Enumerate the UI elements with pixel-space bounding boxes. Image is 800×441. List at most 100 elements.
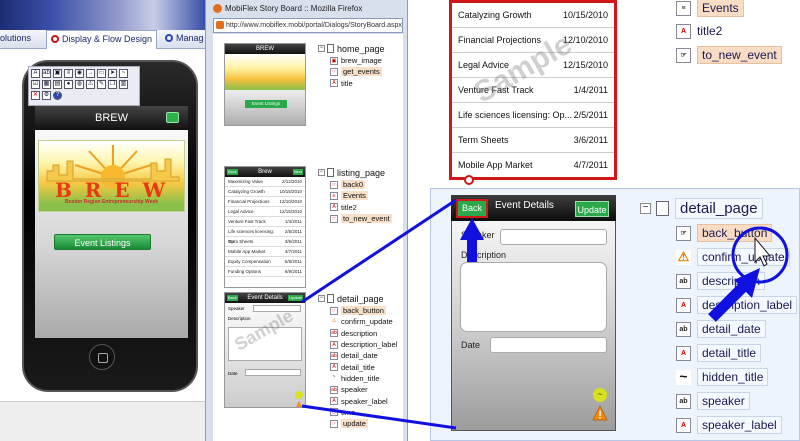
wave-tool-icon[interactable]: ~ [119, 69, 128, 78]
textfield-tool-icon[interactable]: ab [42, 69, 51, 78]
update-button[interactable]: Update [575, 201, 609, 217]
thumb-row-title: Funding Options [228, 269, 262, 274]
tree-item[interactable]: ☞ back_button [676, 223, 773, 243]
tree-item[interactable]: ⚠ confirm_update [318, 316, 397, 327]
tab-solutions[interactable]: olutions [0, 33, 31, 43]
tree-item[interactable]: ab description [318, 328, 397, 339]
tree-item[interactable]: Aspeaker_label [676, 415, 782, 435]
tree-root-label: listing_page [337, 167, 386, 178]
home-page-thumbnail[interactable]: BREW Event Listings [224, 43, 306, 126]
thumb-row-date: 3/6/2011 [284, 239, 302, 244]
label-tool-icon[interactable]: A [31, 69, 40, 78]
arrow-tool-icon[interactable]: → [86, 69, 95, 78]
camera-tool-icon[interactable]: ◉ [75, 69, 84, 78]
tree-item[interactable]: ab speaker [318, 384, 397, 395]
thumb-row-title: Financial Projections [228, 199, 270, 204]
tree-item-label: back0 [341, 180, 366, 190]
image-tool-icon[interactable]: ▣ [53, 69, 62, 78]
event-row-title: Financial Projections [458, 35, 542, 45]
collapse-icon[interactable]: − [640, 202, 651, 214]
tree-item[interactable]: ~ hidden_title [676, 367, 769, 387]
thumb-list-row: Life sciences licensing: Op... 2/5/2011 [225, 227, 305, 244]
tree-item[interactable]: ab detail_date [318, 350, 397, 361]
event-list-row[interactable]: Life sciences licensing: Op... 2/5/2011 [452, 103, 614, 128]
event-list-row[interactable]: Equity Compensation5/8/2011 [452, 178, 614, 180]
event-listings-button[interactable]: Event Listings [54, 234, 151, 250]
tree-item[interactable]: ~ hidden_title [318, 373, 397, 384]
event-list-row[interactable]: Catalyzing Growth 10/15/2010 [452, 3, 614, 28]
storyboard-url-bar[interactable]: http://www.mobiflex.mobi/portal/Dialogs/… [213, 18, 403, 33]
detail-page-thumbnail[interactable]: Back Event Details Update Speaker Descri… [224, 292, 306, 408]
collapse-icon[interactable]: − [318, 45, 325, 52]
thumb-row-date: 12/10/2010 [279, 199, 302, 204]
tree-item[interactable]: Adetail_title [676, 343, 762, 363]
tree-item[interactable]: Adetail_title [318, 361, 397, 372]
back-button[interactable]: Back [456, 199, 488, 218]
tree-item[interactable]: ☞ back_button [318, 305, 397, 316]
tree-root-home-page[interactable]: − home_page [318, 42, 385, 55]
tree-item[interactable]: ▣ brew_image [318, 55, 385, 66]
tree-item[interactable]: Atitle2 [676, 21, 722, 41]
list-icon: ≡ [330, 191, 338, 200]
listing-page-thumbnail[interactable]: Back Brew Next Maximizing Value 2/12/2010… [224, 166, 306, 288]
tree-item-label: update [341, 419, 368, 429]
description-field[interactable] [460, 262, 607, 332]
thumb-list: Maximizing Value 2/12/2010 Catalyzing Grow… [225, 177, 305, 277]
collapse-icon[interactable]: − [318, 295, 325, 302]
copy-tool-icon[interactable]: ❐ [108, 80, 117, 89]
tree-item[interactable]: ab speaker [676, 391, 750, 411]
tree-item[interactable]: Atitle [318, 78, 385, 89]
tree-item[interactable]: Aspeaker_label [318, 395, 397, 406]
tree-item[interactable]: Adescription_label [676, 295, 798, 315]
tree-item[interactable]: ⚠ confirm_update [676, 247, 790, 267]
tree-item-label: hidden_title [341, 373, 380, 383]
event-list-row[interactable]: Term Sheets 3/6/2011 [452, 128, 614, 153]
help-tool-icon[interactable]: ? [53, 91, 62, 100]
date-label: Date [461, 340, 481, 350]
tree-item[interactable]: ☞ to_new_event [318, 213, 392, 224]
delete-tool-icon[interactable]: ✕ [31, 91, 40, 100]
chat-tool-icon[interactable]: ● [64, 80, 73, 89]
tree-item[interactable]: Atitle2 [318, 202, 392, 213]
event-list-row[interactable]: Mobile App Market 4/7/2011 [452, 153, 614, 177]
checkbox-tool-icon[interactable]: ☑ [31, 80, 40, 89]
label-icon: A [330, 363, 338, 372]
tree-item-label: detail_title [341, 362, 375, 372]
paste-tool-icon[interactable]: ▥ [119, 80, 128, 89]
tree-root-detail-page[interactable]: − detail_page [318, 292, 397, 305]
thumb-row-title: Catalyzing Growth [228, 189, 265, 194]
tab-manage[interactable]: Manag [165, 33, 204, 43]
label-icon: A [330, 340, 338, 349]
globe-tool-icon[interactable]: ◍ [75, 80, 84, 89]
tree-root-listing-page[interactable]: − listing_page [318, 166, 392, 179]
tree-item[interactable]: ab description [676, 271, 766, 291]
tree-item[interactable]: ☞ to_new_event [676, 45, 782, 65]
thumb-list-row: Catalyzing Growth 10/15/2010 [225, 187, 305, 197]
tree-item-label: detail_date [697, 320, 766, 338]
button-tool-icon[interactable]: ▭ [97, 69, 106, 78]
phone-header-action-button[interactable] [166, 112, 179, 123]
pointer-tool-icon[interactable]: ➤ [108, 69, 117, 78]
settings-tool-icon[interactable]: ⚙ [42, 91, 51, 100]
speaker-field[interactable] [500, 229, 607, 245]
tree-item[interactable]: ☞ update [318, 418, 397, 429]
grid-tool-icon[interactable]: ▦ [42, 80, 51, 89]
collapse-icon[interactable]: − [318, 169, 325, 176]
list-tool-icon[interactable]: ≡ [64, 69, 73, 78]
connector-knob[interactable] [464, 175, 474, 185]
tree-item[interactable]: ≡ Events [676, 0, 744, 18]
tree-item[interactable]: ab detail_date [676, 319, 766, 339]
tree-item[interactable]: ≡ Events [318, 190, 392, 201]
table-tool-icon[interactable]: ▤ [53, 80, 62, 89]
tree-root-detail-page[interactable]: − detail_page [640, 197, 763, 219]
tree-item[interactable]: ◷ time [318, 407, 397, 418]
tree-item[interactable]: ☞ get_events [318, 66, 385, 77]
thumb-row-date: 5/8/2011 [284, 259, 302, 264]
tree-item[interactable]: Adescription_label [318, 339, 397, 350]
date-field[interactable] [490, 337, 607, 353]
pencil-tool-icon[interactable]: ✎ [97, 80, 106, 89]
tree-item[interactable]: ☞ back0 [318, 179, 392, 190]
tab-display-flow-design[interactable]: Display & Flow Design [46, 30, 158, 49]
warning-tool-icon[interactable]: ⚠ [86, 80, 95, 89]
description-label: Description [461, 250, 507, 260]
